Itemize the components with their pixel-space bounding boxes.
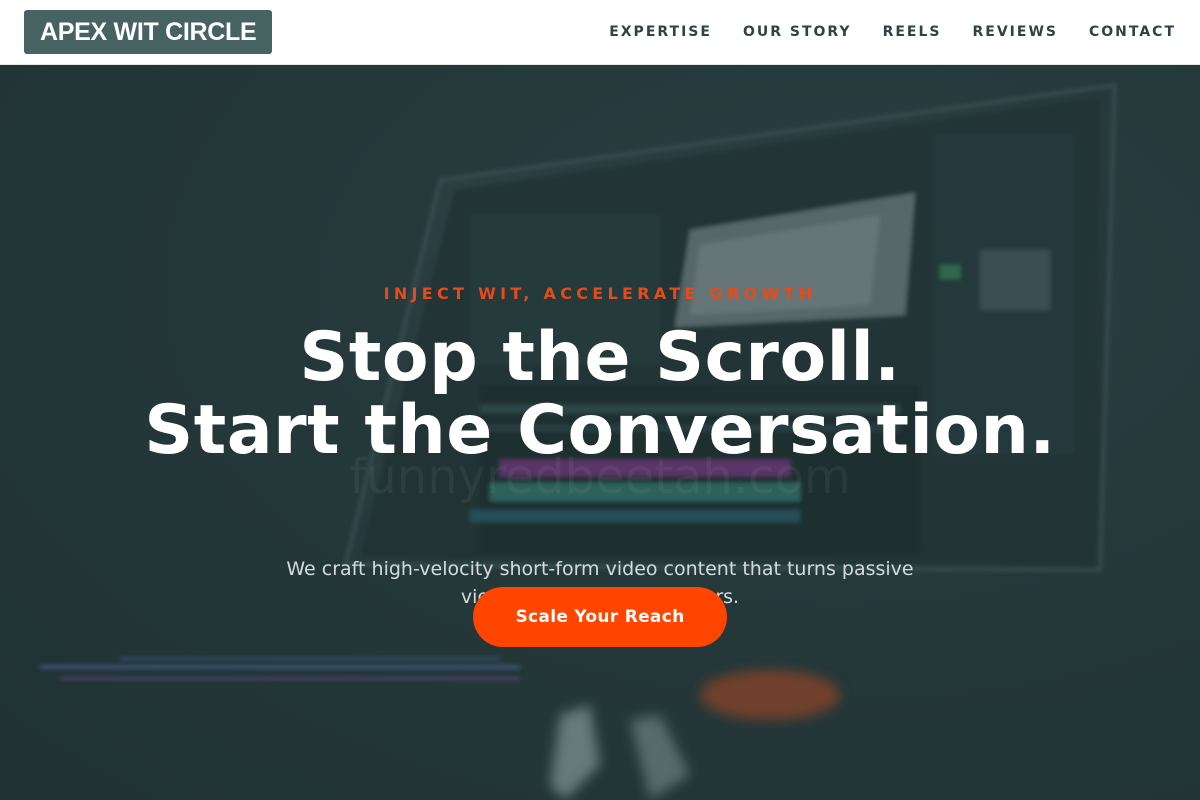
- site-logo[interactable]: APEX WIT CIRCLE: [24, 10, 273, 54]
- hero-headline: Stop the Scroll. Start the Conversation.: [0, 321, 1200, 467]
- hero-section: funnyredbeetah.com INJECT WIT, ACCELERAT…: [0, 65, 1200, 800]
- nav-link-contact[interactable]: CONTACT: [1089, 24, 1176, 40]
- hero-headline-line-2: Start the Conversation.: [144, 391, 1056, 470]
- main-nav: EXPERTISE OUR STORY REELS REVIEWS CONTAC…: [578, 24, 1176, 40]
- hero-content: INJECT WIT, ACCELERATE GROWTH Stop the S…: [0, 65, 1200, 800]
- hero-headline-line-1: Stop the Scroll.: [299, 318, 901, 397]
- scale-your-reach-button[interactable]: Scale Your Reach: [473, 587, 727, 647]
- nav-link-reviews[interactable]: REVIEWS: [973, 24, 1058, 40]
- nav-link-our-story[interactable]: OUR STORY: [743, 24, 852, 40]
- site-header: APEX WIT CIRCLE EXPERTISE OUR STORY REEL…: [0, 0, 1200, 65]
- hero-eyebrow: INJECT WIT, ACCELERATE GROWTH: [383, 284, 817, 303]
- nav-link-reels[interactable]: REELS: [883, 24, 942, 40]
- nav-link-expertise[interactable]: EXPERTISE: [609, 24, 712, 40]
